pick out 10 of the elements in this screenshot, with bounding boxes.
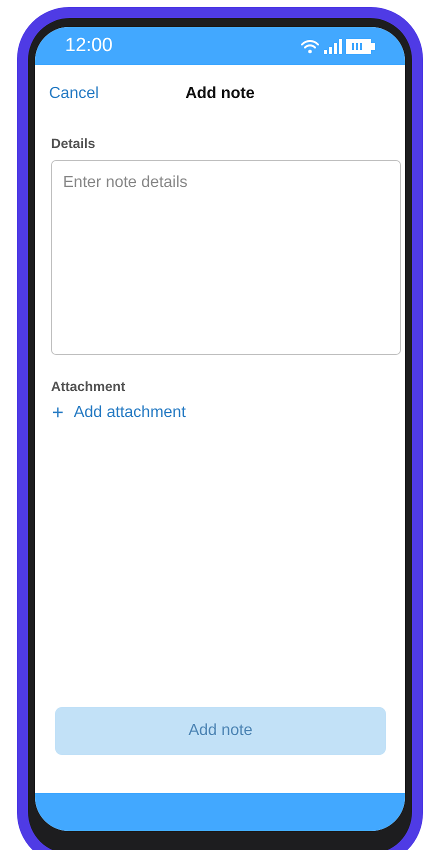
details-label: Details (51, 136, 96, 151)
battery-icon (346, 38, 375, 54)
cancel-button[interactable]: Cancel (49, 85, 99, 103)
attachment-label: Attachment (51, 379, 126, 394)
status-time: 12:00 (65, 35, 113, 57)
wifi-icon (300, 38, 320, 54)
details-field[interactable]: Enter note details (51, 160, 401, 355)
signal-icon (324, 38, 342, 54)
page-title: Add note (185, 85, 255, 102)
add-attachment-link[interactable]: + Add attachment (51, 403, 186, 423)
